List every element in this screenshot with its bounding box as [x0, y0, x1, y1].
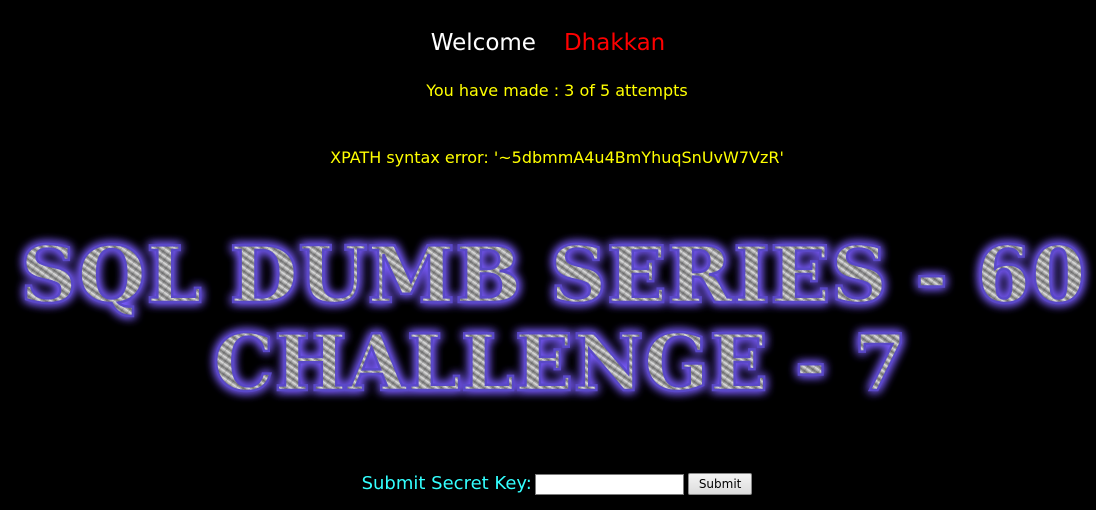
title-banner-image: SQL DUMB SERIES - 60 CHALLENGE - 7: [0, 228, 1096, 408]
banner-line-2: CHALLENGE - 7: [213, 318, 907, 408]
welcome-line: Welcome Dhakkan: [0, 28, 1096, 58]
submit-button[interactable]: Submit: [687, 473, 753, 495]
secret-key-form: Submit Secret Key: Submit: [0, 472, 1096, 496]
welcome-text: Welcome: [430, 30, 536, 56]
secret-key-input[interactable]: [534, 473, 684, 495]
secret-key-label: Submit Secret Key:: [361, 473, 532, 494]
attempts-status: You have made : 3 of 5 attempts: [426, 81, 688, 100]
xpath-error-message: XPATH syntax error: '~5dbmmA4u4BmYhuqSnU…: [330, 148, 784, 167]
username: Dhakkan: [563, 30, 666, 56]
banner-line-1: SQL DUMB SERIES - 60: [20, 230, 1086, 321]
